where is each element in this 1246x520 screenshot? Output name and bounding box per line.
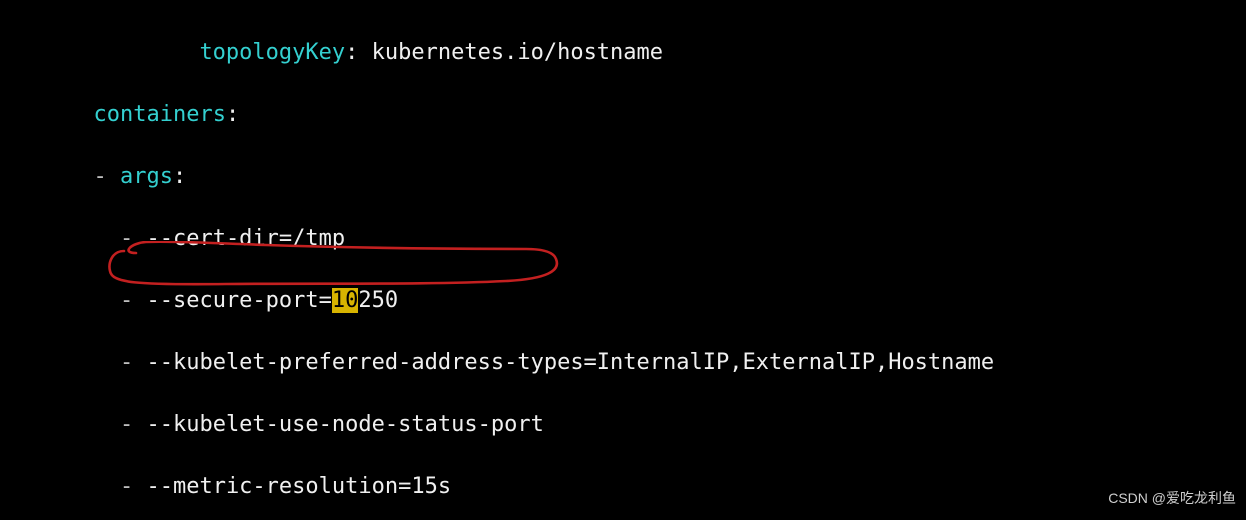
line-arg-metric-res: - --metric-resolution=15s	[14, 471, 1246, 502]
arg-secure-port-suffix: 250	[358, 288, 398, 313]
key-args: args	[120, 164, 173, 189]
line-arg-addr-types: - --kubelet-preferred-address-types=Inte…	[14, 347, 1246, 378]
arg-use-node: --kubelet-use-node-status-port	[146, 412, 543, 437]
arg-addr-types: --kubelet-preferred-address-types=Intern…	[146, 350, 994, 375]
arg-cert-dir: --cert-dir=/tmp	[146, 226, 345, 251]
line-arg-use-node: - --kubelet-use-node-status-port	[14, 409, 1246, 440]
line-topology: topologyKey: kubernetes.io/hostname	[14, 37, 1246, 68]
watermark-text: CSDN @爱吃龙利鱼	[1108, 483, 1236, 514]
line-args: - args:	[14, 161, 1246, 192]
key-topologyKey: topologyKey	[199, 40, 345, 65]
line-arg-cert-dir: - --cert-dir=/tmp	[14, 223, 1246, 254]
arg-secure-port-prefix: --secure-port=	[146, 288, 331, 313]
val-topologyKey: kubernetes.io/hostname	[372, 40, 663, 65]
line-containers: containers:	[14, 99, 1246, 130]
arg-metric-res: --metric-resolution=15s	[146, 474, 451, 499]
line-arg-secure-port: - --secure-port=10250	[14, 285, 1246, 316]
yaml-editor[interactable]: topologyKey: kubernetes.io/hostname cont…	[0, 0, 1246, 520]
search-highlight: 10	[332, 288, 359, 313]
key-containers: containers	[93, 102, 225, 127]
